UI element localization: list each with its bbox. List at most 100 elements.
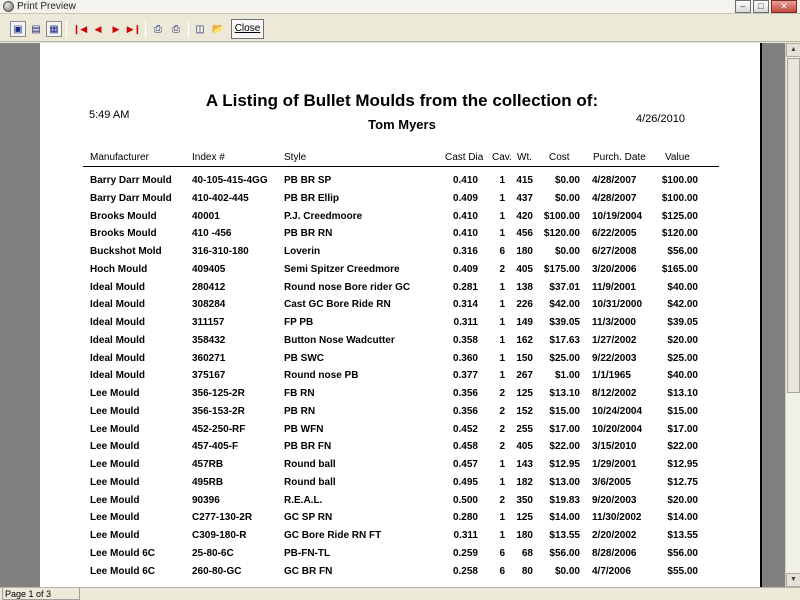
scroll-down-arrow-icon[interactable]: ▼	[786, 573, 800, 587]
app-icon	[3, 1, 14, 12]
cell-cost: $0.00	[554, 246, 580, 257]
next-page-icon[interactable]: ▶	[108, 21, 124, 37]
cell-manufacturer: Ideal Mould	[90, 317, 145, 328]
cell-style: PB RN	[284, 405, 316, 417]
minimize-button[interactable]: –	[735, 0, 751, 13]
close-button[interactable]: Close	[231, 19, 264, 39]
cell-style: GC SP RN	[284, 512, 333, 524]
cell-cavities: 1	[499, 192, 505, 204]
table-row: Ideal Mould 280412 Round nose Bore rider G…	[40, 279, 762, 296]
cell-value: $22.00	[667, 441, 698, 453]
close-window-button[interactable]: ✕	[771, 0, 797, 13]
cell-style: PB WFN	[284, 423, 324, 435]
cell-index: 308284	[192, 299, 226, 311]
two-page-icon[interactable]: ▤	[28, 21, 44, 37]
cell-index: C309-180-R	[192, 530, 247, 541]
cell-index: 25-80-6C	[192, 547, 234, 559]
cell-manufacturer: Ideal Mould	[90, 334, 145, 346]
one-page-icon[interactable]: ▣	[10, 21, 26, 37]
open-icon[interactable]: 📂	[210, 21, 226, 37]
cell-purchase-date: 9/20/2003	[592, 494, 637, 506]
cell-manufacturer: Lee Mould	[90, 494, 140, 506]
cell-cavities: 1	[499, 512, 505, 524]
cell-cost: $14.00	[549, 512, 580, 524]
cell-purchase-date: 11/30/2002	[592, 512, 642, 524]
cell-index: 316-310-180	[192, 246, 249, 257]
cell-weight: 350	[516, 494, 533, 506]
cell-cost: $42.00	[549, 299, 580, 311]
cell-weight: 125	[516, 388, 533, 399]
cell-cavities: 2	[499, 405, 505, 417]
maximize-button[interactable]: □	[753, 0, 769, 13]
preview-viewport[interactable]: A Listing of Bullet Moulds from the coll…	[0, 43, 785, 587]
print-setup-icon[interactable]: ⎙	[150, 21, 166, 37]
scroll-up-arrow-icon[interactable]: ▲	[786, 43, 800, 57]
column-header-value: Value	[665, 152, 690, 163]
cell-value: $40.00	[667, 281, 698, 293]
table-row: Ideal Mould 311157 FP PB 0.311 1 149 $39.05 11/…	[40, 314, 762, 331]
cell-value: $100.00	[661, 175, 698, 186]
print-icon[interactable]: ⎙	[168, 21, 184, 37]
cell-cost: $25.00	[549, 352, 580, 364]
cell-purchase-date: 3/15/2010	[592, 441, 637, 453]
cell-cavities: 1	[499, 228, 505, 240]
cell-value: $13.10	[667, 388, 698, 399]
cell-style: Cast GC Bore Ride RN	[284, 299, 391, 311]
cell-cast-dia: 0.495	[452, 476, 478, 488]
cell-style: PB BR FN	[284, 441, 332, 453]
cell-cost: $39.05	[549, 317, 580, 328]
cell-cost: $0.00	[554, 192, 580, 204]
save-icon[interactable]: ◫	[192, 21, 208, 37]
cell-value: $100.00	[661, 192, 698, 204]
table-row: Lee Mould 356-153-2R PB RN 0.356 2 152 $15.00 1…	[40, 403, 762, 420]
cell-cast-dia: 0.311	[453, 530, 478, 541]
cell-weight: 405	[516, 441, 533, 453]
cell-value: $14.00	[667, 512, 698, 524]
vertical-scrollbar[interactable]: ▲ ▼	[785, 43, 800, 587]
cell-purchase-date: 10/19/2004	[592, 210, 643, 222]
multi-page-icon[interactable]: ▦	[46, 21, 62, 37]
table-row: Lee Mould 457-405-F PB BR FN 0.458 2 405 $22.0…	[40, 438, 762, 455]
cell-index: 40001	[192, 210, 220, 222]
cell-cavities: 2	[499, 263, 505, 275]
cell-style: GC BR FN	[284, 565, 333, 577]
title-bar: Print Preview – □ ✕	[0, 0, 800, 14]
cell-weight: 150	[516, 352, 533, 364]
cell-weight: 255	[516, 423, 533, 435]
prev-page-icon[interactable]: ◀	[90, 21, 106, 37]
cell-purchase-date: 3/6/2005	[592, 476, 631, 488]
cell-index: 409405	[192, 263, 226, 275]
first-page-icon[interactable]: ❙◀	[72, 21, 88, 37]
cell-cavities: 6	[499, 547, 505, 559]
cell-cost: $0.00	[554, 565, 580, 577]
header-rule	[83, 166, 719, 167]
scroll-thumb[interactable]	[787, 58, 800, 393]
cell-weight: 68	[521, 547, 533, 559]
cell-index: C277-130-2R	[192, 512, 253, 524]
cell-cost: $1.00	[554, 370, 580, 382]
cell-purchase-date: 8/28/2006	[592, 547, 637, 559]
cell-cast-dia: 0.410	[452, 175, 478, 186]
cell-cast-dia: 0.409	[452, 263, 478, 275]
cell-cavities: 1	[499, 476, 505, 488]
cell-style: Semi Spitzer Creedmore	[284, 263, 400, 275]
cell-cost: $37.01	[549, 281, 580, 293]
table-row: Barry Darr Mould 40-105-415-4GG PB BR SP 0.…	[40, 172, 762, 189]
cell-style: Button Nose Wadcutter	[284, 334, 395, 346]
cell-weight: 162	[516, 334, 533, 346]
table-row: Lee Mould 452-250-RF PB WFN 0.452 2 255 $17.00…	[40, 421, 762, 438]
cell-cost: $120.00	[543, 228, 580, 240]
cell-cast-dia: 0.358	[452, 334, 478, 346]
cell-index: 358432	[192, 334, 226, 346]
cell-cast-dia: 0.409	[452, 192, 478, 204]
cell-cavities: 1	[499, 370, 505, 382]
cell-cast-dia: 0.377	[452, 370, 478, 382]
last-page-icon[interactable]: ▶❙	[126, 21, 142, 37]
cell-style: PB BR SP	[284, 175, 332, 186]
toolbar-separator	[188, 20, 189, 38]
cell-style: PB BR Ellip	[284, 192, 340, 204]
cell-cast-dia: 0.280	[452, 512, 478, 524]
cell-value: $55.00	[667, 565, 698, 577]
cell-style: P.J. Creedmoore	[284, 210, 363, 222]
cell-cast-dia: 0.410	[452, 210, 478, 222]
